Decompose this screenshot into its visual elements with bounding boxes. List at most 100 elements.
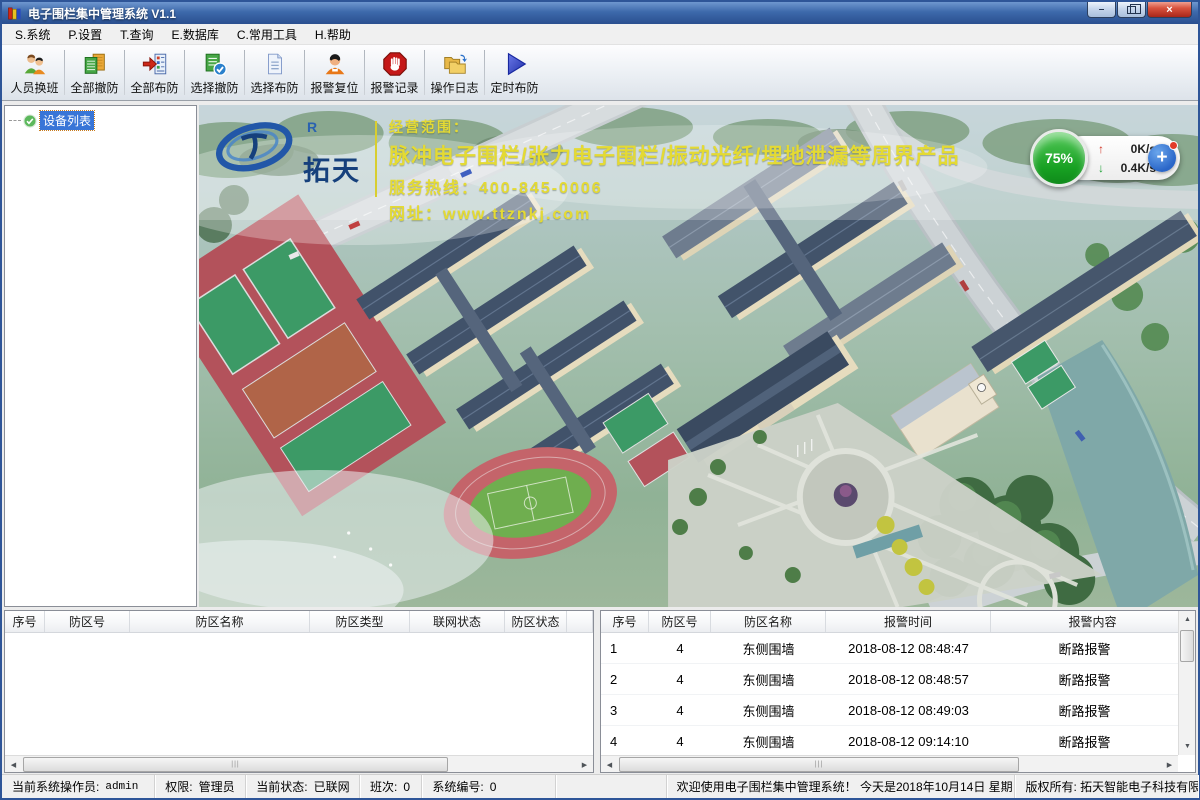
menu-database[interactable]: E.数据库 <box>162 24 227 45</box>
col-seq[interactable]: 序号 <box>601 611 649 632</box>
system-no-value: 0 <box>490 780 497 794</box>
cell-alarm-content: 断路报警 <box>991 633 1178 663</box>
scroll-thumb[interactable]: ||| <box>23 757 448 772</box>
scroll-thumb[interactable]: ||| <box>619 757 1019 772</box>
alarm-reset-button[interactable]: 报警复位 <box>306 47 363 98</box>
disarm-all-button[interactable]: 全部撤防 <box>66 47 123 98</box>
system-no-label: 系统编号: <box>432 778 483 795</box>
photo-panel: R 拓天 经营范围： 脉冲电子围栏/张力电子围栏/振动光纤/埋地泄漏等周界产品 … <box>199 105 1198 607</box>
menu-query[interactable]: T.查询 <box>111 24 162 45</box>
cell-alarm-content: 断路报警 <box>991 726 1178 755</box>
minimize-icon: – <box>1099 4 1105 15</box>
toolbar-label: 全部撤防 <box>70 79 118 96</box>
cell-alarm-time: 2018-08-12 09:14:10 <box>826 726 991 755</box>
zones-hscrollbar[interactable]: ◀ ||| ▶ <box>5 755 593 772</box>
alarm-log-icon <box>381 50 409 78</box>
tree-node-label: 设备列表 <box>40 111 94 130</box>
menu-help[interactable]: H.帮助 <box>306 24 360 45</box>
scroll-thumb[interactable] <box>1180 630 1194 662</box>
scroll-down-icon[interactable]: ▼ <box>1179 738 1196 755</box>
col-zone-name[interactable]: 防区名称 <box>130 611 310 632</box>
scroll-right-icon[interactable]: ▶ <box>576 756 593 773</box>
alarms-hscrollbar[interactable]: ◀ ||| ▶ <box>601 755 1178 772</box>
toolbar-separator <box>424 50 425 95</box>
alarms-vscrollbar[interactable]: ▲ ▼ <box>1178 611 1195 755</box>
toolbar-separator <box>484 50 485 95</box>
shift-label: 班次: <box>370 778 397 795</box>
device-tree-panel: 设备列表 <box>4 105 197 607</box>
restore-icon <box>1127 6 1136 14</box>
cell-zone-no: 4 <box>649 695 711 725</box>
select-disarm-button[interactable]: 选择撤防 <box>186 47 243 98</box>
col-zone-no[interactable]: 防区号 <box>649 611 711 632</box>
zones-table-header: 序号 防区号 防区名称 防区类型 联网状态 防区状态 <box>5 611 593 633</box>
zones-table: 序号 防区号 防区名称 防区类型 联网状态 防区状态 ◀ ||| ▶ <box>4 610 594 773</box>
alarm-row[interactable]: 3 4 东侧围墙 2018-08-12 08:49:03 断路报警 <box>601 695 1178 726</box>
arm-all-button[interactable]: 全部布防 <box>126 47 183 98</box>
col-alarm-time[interactable]: 报警时间 <box>826 611 991 632</box>
col-zone-state[interactable]: 防区状态 <box>505 611 567 632</box>
alarm-reset-icon <box>321 50 349 78</box>
scroll-left-icon[interactable]: ◀ <box>601 756 618 773</box>
col-zone-name[interactable]: 防区名称 <box>711 611 826 632</box>
cell-seq: 2 <box>601 664 649 694</box>
timed-arm-icon <box>501 50 529 78</box>
alarms-table-header: 序号 防区号 防区名称 报警时间 报警内容 <box>601 611 1195 633</box>
close-button[interactable]: × <box>1147 2 1192 18</box>
operation-log-button[interactable]: 操作日志 <box>426 47 483 98</box>
col-zone-type[interactable]: 防区类型 <box>310 611 410 632</box>
toolbar-label: 选择布防 <box>250 79 298 96</box>
close-icon: × <box>1166 4 1172 16</box>
cell-seq: 3 <box>601 695 649 725</box>
menu-system[interactable]: S.系统 <box>6 24 59 45</box>
scroll-right-icon[interactable]: ▶ <box>1161 756 1178 773</box>
plus-icon: + <box>1156 147 1167 169</box>
memory-gauge[interactable]: 75% <box>1030 129 1088 187</box>
select-arm-button[interactable]: 选择布防 <box>246 47 303 98</box>
cell-zone-name: 东侧围墙 <box>711 726 826 755</box>
col-alarm-content[interactable]: 报警内容 <box>991 611 1195 632</box>
alarm-row[interactable]: 2 4 东侧围墙 2018-08-12 08:48:57 断路报警 <box>601 664 1178 695</box>
scroll-left-icon[interactable]: ◀ <box>5 756 22 773</box>
alarm-log-button[interactable]: 报警记录 <box>366 47 423 98</box>
toolbar-label: 选择撤防 <box>190 79 238 96</box>
menu-settings[interactable]: P.设置 <box>59 24 111 45</box>
cell-alarm-content: 断路报警 <box>991 695 1178 725</box>
upload-arrow-icon: ↑ <box>1098 142 1104 156</box>
download-arrow-icon: ↓ <box>1098 161 1104 175</box>
cell-zone-name: 东侧围墙 <box>711 695 826 725</box>
scroll-up-icon[interactable]: ▲ <box>1179 611 1196 628</box>
cell-zone-no: 4 <box>649 726 711 755</box>
cell-seq: 4 <box>601 726 649 755</box>
col-seq[interactable]: 序号 <box>5 611 45 632</box>
col-net-state[interactable]: 联网状态 <box>410 611 505 632</box>
timed-arm-button[interactable]: 定时布防 <box>486 47 543 98</box>
cell-zone-name: 东侧围墙 <box>711 664 826 694</box>
alarm-row[interactable]: 4 4 东侧围墙 2018-08-12 09:14:10 断路报警 <box>601 726 1178 755</box>
permission-label: 权限: <box>165 778 192 795</box>
select-arm-icon <box>261 50 289 78</box>
toolbar-separator <box>184 50 185 95</box>
toolbar-separator <box>364 50 365 95</box>
restore-button[interactable] <box>1117 2 1146 18</box>
toolbar-label: 报警复位 <box>310 79 358 96</box>
disarm-all-icon <box>81 50 109 78</box>
cell-zone-no: 4 <box>649 664 711 694</box>
gauge-percent: 75% <box>1045 150 1073 166</box>
alarm-row[interactable]: 1 4 东侧围墙 2018-08-12 08:48:47 断路报警 <box>601 633 1178 664</box>
menu-tools[interactable]: C.常用工具 <box>228 24 306 45</box>
toolbar-label: 人员换班 <box>10 79 58 96</box>
statusbar-spacer <box>556 775 667 798</box>
titlebar: 电子围栏集中管理系统 V1.1 – × <box>2 2 1198 24</box>
col-zone-no[interactable]: 防区号 <box>45 611 130 632</box>
tree-node-device-list[interactable]: 设备列表 <box>9 111 194 130</box>
permission-value: 管理员 <box>199 778 235 795</box>
main-content: 设备列表 <box>2 101 1198 774</box>
minimize-button[interactable]: – <box>1087 2 1116 18</box>
select-disarm-icon <box>201 50 229 78</box>
shift-change-button[interactable]: 人员换班 <box>6 47 63 98</box>
statusbar: 当前系统操作员: admin 权限: 管理员 当前状态: 已联网 班次: 0 系… <box>2 774 1198 798</box>
toolbar-label: 操作日志 <box>430 79 478 96</box>
net-speed-widget[interactable]: 75% ↑0K/s ↓0.4K/s + <box>1030 129 1182 187</box>
cell-zone-no: 4 <box>649 633 711 663</box>
